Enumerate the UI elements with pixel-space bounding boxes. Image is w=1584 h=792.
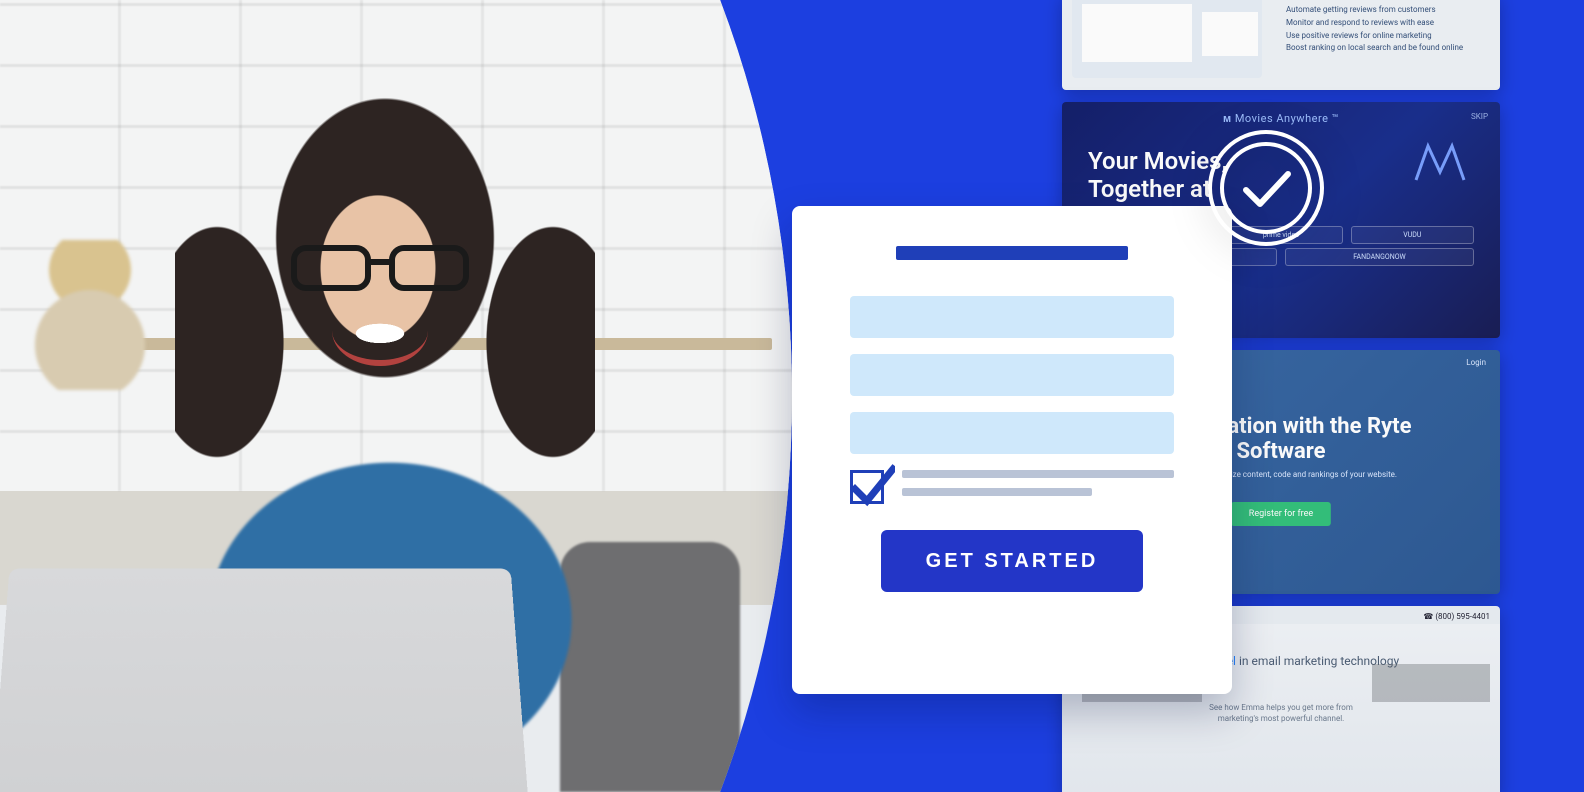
bullet: Use positive reviews for online marketin… [1286, 30, 1488, 43]
laptop [0, 569, 530, 792]
success-badge-icon [1202, 124, 1330, 252]
form-title-bar [896, 246, 1128, 260]
signup-form-card: GET STARTED [792, 206, 1232, 694]
form-field-1[interactable] [850, 296, 1174, 338]
consent-text [902, 470, 1174, 506]
phone-number: ☎ (800) 595-4401 [1423, 612, 1490, 621]
tm: ™ [1332, 112, 1339, 125]
phone-text: (800) 595-4401 [1435, 612, 1490, 621]
consent-checkbox[interactable] [850, 470, 884, 504]
glasses-icon [290, 238, 470, 294]
skip-link[interactable]: SKIP [1471, 112, 1488, 121]
photo-curve [0, 0, 792, 792]
form-field-2[interactable] [850, 354, 1174, 396]
hero-photo [0, 0, 792, 792]
stage: Automate getting reviews from customers … [0, 0, 1584, 792]
text-line [902, 470, 1174, 478]
text-line [902, 488, 1092, 496]
consent-row [850, 470, 1174, 506]
bullet: Monitor and respond to reviews with ease [1286, 17, 1488, 30]
get-started-button[interactable]: GET STARTED [881, 530, 1143, 592]
copy: See how Emma helps you get more from mar… [1209, 702, 1353, 724]
devices-mock [1072, 0, 1262, 78]
form-field-3[interactable] [850, 412, 1174, 454]
vase [30, 240, 150, 390]
bullet: Automate getting reviews from customers [1286, 4, 1488, 17]
register-button[interactable]: Register for free [1231, 502, 1331, 526]
login-link[interactable]: Login [1466, 358, 1486, 367]
copy-l2: marketing's most powerful channel. [1209, 713, 1353, 724]
bullet: Boost ranking on local search and be fou… [1286, 42, 1488, 55]
bullets: Automate getting reviews from customers … [1274, 4, 1488, 55]
movies-anywhere-icon [1408, 132, 1472, 200]
logo-pill: VUDU [1351, 226, 1474, 244]
card-reviews: Automate getting reviews from customers … [1062, 0, 1500, 90]
